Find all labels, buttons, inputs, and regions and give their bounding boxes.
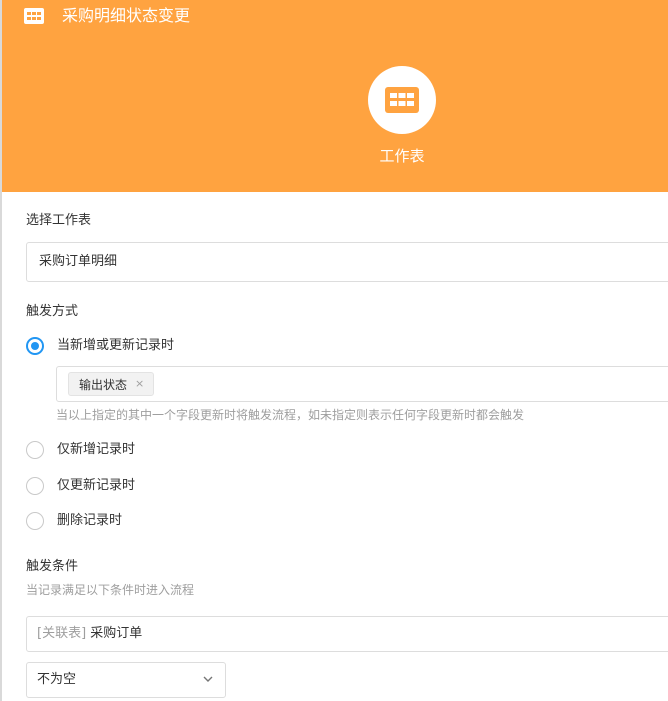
radio-option-delete[interactable]: 删除记录时 [26, 511, 122, 531]
workflow-node-config-panel: 采购明细状态变更 工作表 选择工作表 采购订单明细 触发方式 当新增或更新记录时… [0, 0, 668, 701]
node-title[interactable]: 采购明细状态变更 [62, 4, 190, 28]
chevron-down-icon[interactable] [202, 674, 214, 684]
close-icon[interactable]: × [135, 378, 144, 390]
trigger-section-label: 触发方式 [26, 304, 79, 319]
radio-option-create-only[interactable]: 仅新增记录时 [26, 440, 135, 460]
condition-field-prefix: [关联表] [37, 626, 87, 641]
condition-field-name: 采购订单 [90, 626, 143, 641]
worksheet-select-value: 采购订单明细 [39, 254, 118, 269]
condition-section-label: 触发条件 [26, 559, 79, 574]
radio-option-create-or-update[interactable]: 当新增或更新记录时 [26, 336, 174, 356]
header-title-row: 采购明细状态变更 [24, 4, 190, 28]
radio-label: 当新增或更新记录时 [57, 338, 175, 353]
condition-field-select[interactable]: [关联表] 采购订单 [26, 616, 668, 652]
condition-operator-dropdown[interactable]: 不为空 [26, 662, 226, 698]
radio-unchecked-icon[interactable] [26, 512, 44, 530]
worksheet-grid-icon [385, 87, 419, 113]
node-type-badge [368, 66, 436, 134]
node-header: 采购明细状态变更 工作表 [0, 0, 668, 192]
radio-label: 删除记录时 [57, 513, 123, 528]
condition-operator-value: 不为空 [37, 672, 77, 687]
grid-table-icon [24, 8, 44, 24]
radio-unchecked-icon[interactable] [26, 477, 44, 495]
worksheet-section-label: 选择工作表 [26, 213, 92, 228]
radio-unchecked-icon[interactable] [26, 441, 44, 459]
radio-option-update-only[interactable]: 仅更新记录时 [26, 476, 135, 496]
condition-hint: 当记录满足以下条件时进入流程 [26, 583, 195, 597]
field-tag: 输出状态 × [68, 372, 154, 396]
field-tag-label: 输出状态 [79, 377, 128, 392]
trigger-fields-hint: 当以上指定的其中一个字段更新时将触发流程，如未指定则表示任何字段更新时都会触发 [56, 408, 525, 422]
panel-left-border [0, 0, 2, 701]
worksheet-select[interactable]: 采购订单明细 [26, 242, 668, 282]
radio-checked-icon[interactable] [26, 337, 44, 355]
node-type-label: 工作表 [379, 147, 425, 165]
condition-field-value: [关联表] 采购订单 [37, 625, 142, 643]
radio-label: 仅新增记录时 [57, 442, 136, 457]
radio-label: 仅更新记录时 [57, 478, 136, 493]
